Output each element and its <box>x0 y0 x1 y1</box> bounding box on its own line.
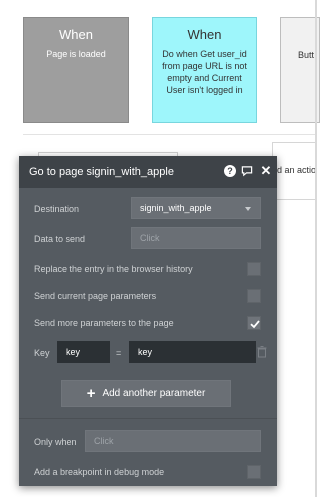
property-editor: Go to page signin_with_apple ? ✕ Destina… <box>19 156 277 486</box>
add-action-panel[interactable]: d an actio <box>272 142 317 200</box>
trash-icon[interactable] <box>257 346 267 358</box>
add-parameter-label: Add another parameter <box>102 388 206 399</box>
only-when-field[interactable]: Click <box>85 430 261 452</box>
send-current-params-checkbox[interactable] <box>247 289 261 303</box>
add-parameter-button[interactable]: + Add another parameter <box>61 380 231 407</box>
workflow-next-card[interactable]: Butt <box>280 17 320 123</box>
close-icon[interactable]: ✕ <box>260 163 272 178</box>
add-action-text: d an actio <box>277 165 317 175</box>
parameter-value-input[interactable]: key <box>129 341 256 363</box>
send-more-params-checkbox[interactable] <box>247 316 261 330</box>
parameter-equals-sign: = <box>116 348 122 358</box>
only-when-label: Only when <box>34 437 77 447</box>
canvas-scroll-edge <box>315 0 317 497</box>
trigger-card-subtitle: Page is loaded <box>46 49 106 59</box>
editor-header: Go to page signin_with_apple ? ✕ <box>19 156 277 188</box>
send-current-params-label: Send current page parameters <box>34 291 157 301</box>
breakpoint-label: Add a breakpoint in debug mode <box>34 467 165 477</box>
replace-history-label: Replace the entry in the browser history <box>34 264 193 274</box>
checkmark-icon <box>250 320 260 329</box>
destination-dropdown[interactable]: signin_with_apple <box>131 197 261 219</box>
editor-divider <box>19 418 277 419</box>
question-circle-icon[interactable]: ? <box>224 165 236 177</box>
breakpoint-checkbox[interactable] <box>247 465 261 479</box>
replace-history-checkbox[interactable] <box>247 262 261 276</box>
data-to-send-label: Data to send <box>34 234 86 244</box>
workflow-trigger-card[interactable]: When Page is loaded <box>23 17 129 123</box>
comment-bubble-icon[interactable] <box>241 165 253 177</box>
chevron-down-icon <box>245 207 251 211</box>
trigger-card-title: When <box>59 27 93 42</box>
parameter-key-label: Key <box>34 348 50 358</box>
send-more-params-label: Send more parameters to the page <box>34 318 174 328</box>
parameter-key-input[interactable]: key <box>57 341 110 363</box>
editor-title: Go to page signin_with_apple <box>29 166 174 178</box>
plus-icon: + <box>86 385 96 402</box>
workflow-action-card[interactable]: When Do when Get user_id from page URL i… <box>152 17 257 123</box>
action-card-subtitle: Do when Get user_id from page URL is not… <box>162 49 247 95</box>
data-to-send-field[interactable]: Click <box>131 227 261 249</box>
destination-value: signin_with_apple <box>140 203 212 213</box>
action-card-title: When <box>187 27 222 42</box>
destination-label: Destination <box>34 204 80 214</box>
canvas-divider <box>23 134 315 135</box>
